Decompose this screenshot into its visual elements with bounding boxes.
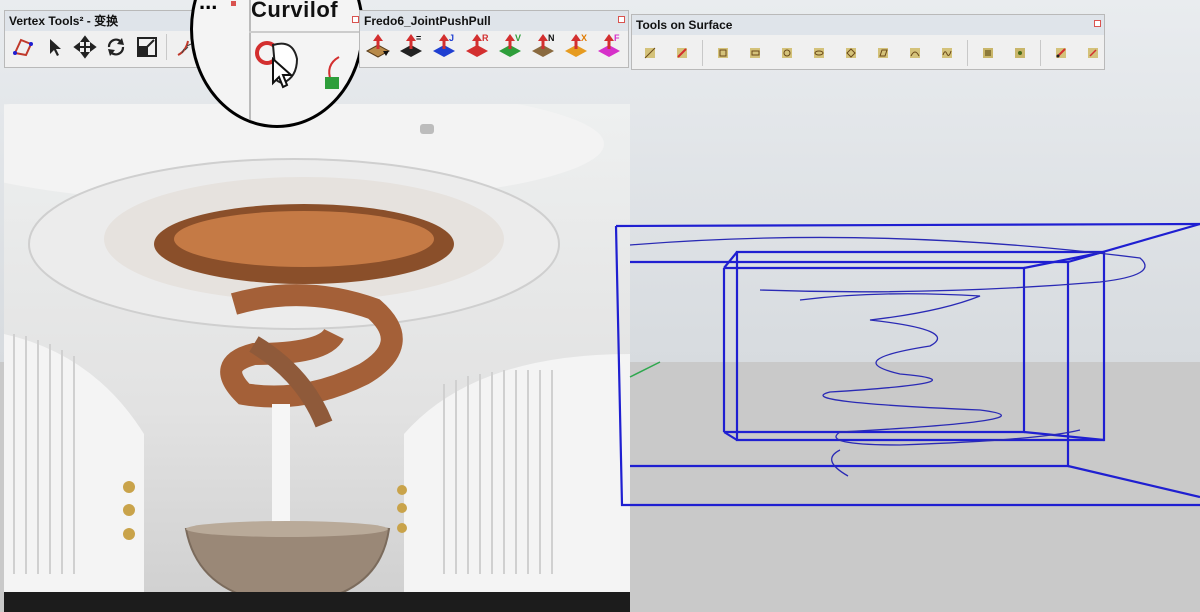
jpp-normal-icon[interactable]: N bbox=[529, 33, 557, 61]
surface-ellipse-icon[interactable] bbox=[805, 39, 833, 67]
surface-line-icon[interactable] bbox=[636, 39, 664, 67]
surface-circle-icon[interactable] bbox=[773, 39, 801, 67]
toolbar-divider bbox=[249, 31, 361, 33]
surface-parallelogram-icon[interactable] bbox=[869, 39, 897, 67]
toolbar-separator bbox=[702, 40, 703, 66]
select-arrow-icon[interactable] bbox=[40, 33, 68, 61]
jpp-joint-icon[interactable]: J bbox=[430, 33, 458, 61]
surface-make-face-icon[interactable] bbox=[974, 39, 1002, 67]
jpp-letter: = bbox=[416, 33, 421, 43]
move-icon[interactable] bbox=[71, 33, 99, 61]
toolbar-separator bbox=[967, 40, 968, 66]
jpp-letter: F bbox=[614, 33, 620, 43]
close-icon[interactable] bbox=[618, 16, 625, 23]
jpp-vector-icon[interactable]: V bbox=[496, 33, 524, 61]
jpp-round-icon[interactable]: R bbox=[463, 33, 491, 61]
jpp-letter: X bbox=[581, 33, 587, 43]
surface-generate-icon[interactable] bbox=[1006, 39, 1034, 67]
overflow-dots[interactable]: ... bbox=[199, 0, 217, 13]
jpp-letter: N bbox=[548, 33, 555, 43]
toolbar-title: Tools on Surface bbox=[632, 15, 1104, 35]
close-icon[interactable] bbox=[231, 1, 236, 6]
surface-polygon-icon[interactable] bbox=[837, 39, 865, 67]
close-icon[interactable] bbox=[1094, 20, 1101, 27]
toolbar-title: Fredo6_JointPushPull bbox=[360, 11, 628, 31]
toolbar-separator bbox=[166, 34, 167, 60]
jpp-normal-push-icon[interactable]: = bbox=[397, 33, 425, 61]
vertex-select-icon[interactable] bbox=[9, 33, 37, 61]
toolbar-tools-on-surface: Tools on Surface bbox=[631, 14, 1105, 70]
surface-offset-icon[interactable] bbox=[709, 39, 737, 67]
ceiling-fixture bbox=[420, 124, 434, 134]
surface-rectangle-icon[interactable] bbox=[741, 39, 769, 67]
surface-eraser-icon[interactable] bbox=[668, 39, 696, 67]
toolbar-title: Curvilof bbox=[251, 0, 339, 22]
jpp-extrude-icon[interactable]: X bbox=[562, 33, 590, 61]
rotate-icon[interactable] bbox=[102, 33, 130, 61]
jpp-follow-icon[interactable]: F bbox=[595, 33, 623, 61]
jpp-letter: R bbox=[482, 33, 489, 43]
toolbar-fredo-joint-push-pull: Fredo6_JointPushPull = J R V N X F bbox=[359, 10, 629, 68]
scale-icon[interactable] bbox=[133, 33, 161, 61]
close-icon[interactable] bbox=[352, 16, 359, 23]
surface-settings-icon[interactable] bbox=[1079, 39, 1107, 67]
surface-arc-icon[interactable] bbox=[901, 39, 929, 67]
surface-freehand-icon[interactable] bbox=[933, 39, 961, 67]
toolbar-separator bbox=[1040, 40, 1041, 66]
curviloft-loft-icon[interactable] bbox=[253, 37, 305, 89]
surface-pick-icon[interactable] bbox=[1047, 39, 1075, 67]
curviloft-skin-icon[interactable] bbox=[321, 51, 345, 91]
wireframe-model bbox=[614, 222, 1200, 507]
jpp-letter: V bbox=[515, 33, 521, 43]
jpp-letter: J bbox=[449, 33, 454, 43]
jpp-vector-push-icon[interactable] bbox=[364, 33, 392, 61]
